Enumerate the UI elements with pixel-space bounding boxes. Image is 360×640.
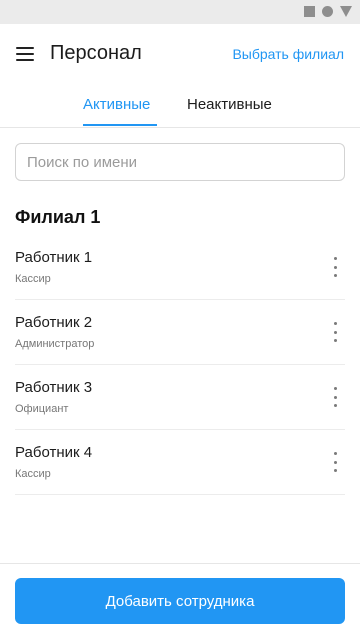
more-vert-icon[interactable] — [329, 452, 341, 472]
more-vert-icon[interactable] — [329, 387, 341, 407]
employee-list: Работник 1 Кассир Работник 2 Администрат… — [0, 235, 360, 495]
employee-role: Кассир — [15, 273, 51, 285]
list-item[interactable]: Работник 2 Администратор — [15, 300, 345, 365]
tab-bar: Активные Неактивные — [0, 84, 360, 128]
employee-name: Работник 4 — [15, 444, 93, 461]
employee-role: Администратор — [15, 338, 95, 350]
list-item[interactable]: Работник 3 Официант — [15, 365, 345, 430]
employee-role: Кассир — [15, 468, 51, 480]
employee-name: Работник 1 — [15, 249, 93, 266]
hamburger-menu-icon[interactable] — [14, 42, 38, 66]
branch-title: Филиал 1 — [15, 207, 101, 227]
search-input[interactable] — [15, 143, 345, 181]
circle-icon — [322, 6, 333, 17]
footer-divider — [0, 563, 360, 564]
employee-role: Официант — [15, 403, 69, 415]
employee-name: Работник 2 — [15, 314, 93, 331]
triangle-icon — [340, 6, 352, 17]
add-employee-button[interactable]: Добавить сотрудника — [15, 578, 345, 624]
more-vert-icon[interactable] — [329, 257, 341, 277]
more-vert-icon[interactable] — [329, 322, 341, 342]
page-title: Персонал — [50, 42, 142, 64]
tab-indicator — [83, 124, 157, 126]
square-icon — [304, 6, 315, 17]
tab-inactive[interactable]: Неактивные — [187, 96, 272, 113]
app-bar: Персонал Выбрать филиал — [0, 24, 360, 84]
status-icons — [304, 6, 352, 17]
tab-active[interactable]: Активные — [83, 96, 150, 113]
employee-name: Работник 3 — [15, 379, 93, 396]
list-item[interactable]: Работник 1 Кассир — [15, 235, 345, 300]
status-bar — [0, 0, 360, 24]
list-item[interactable]: Работник 4 Кассир — [15, 430, 345, 495]
select-branch-button[interactable]: Выбрать филиал — [232, 46, 344, 62]
